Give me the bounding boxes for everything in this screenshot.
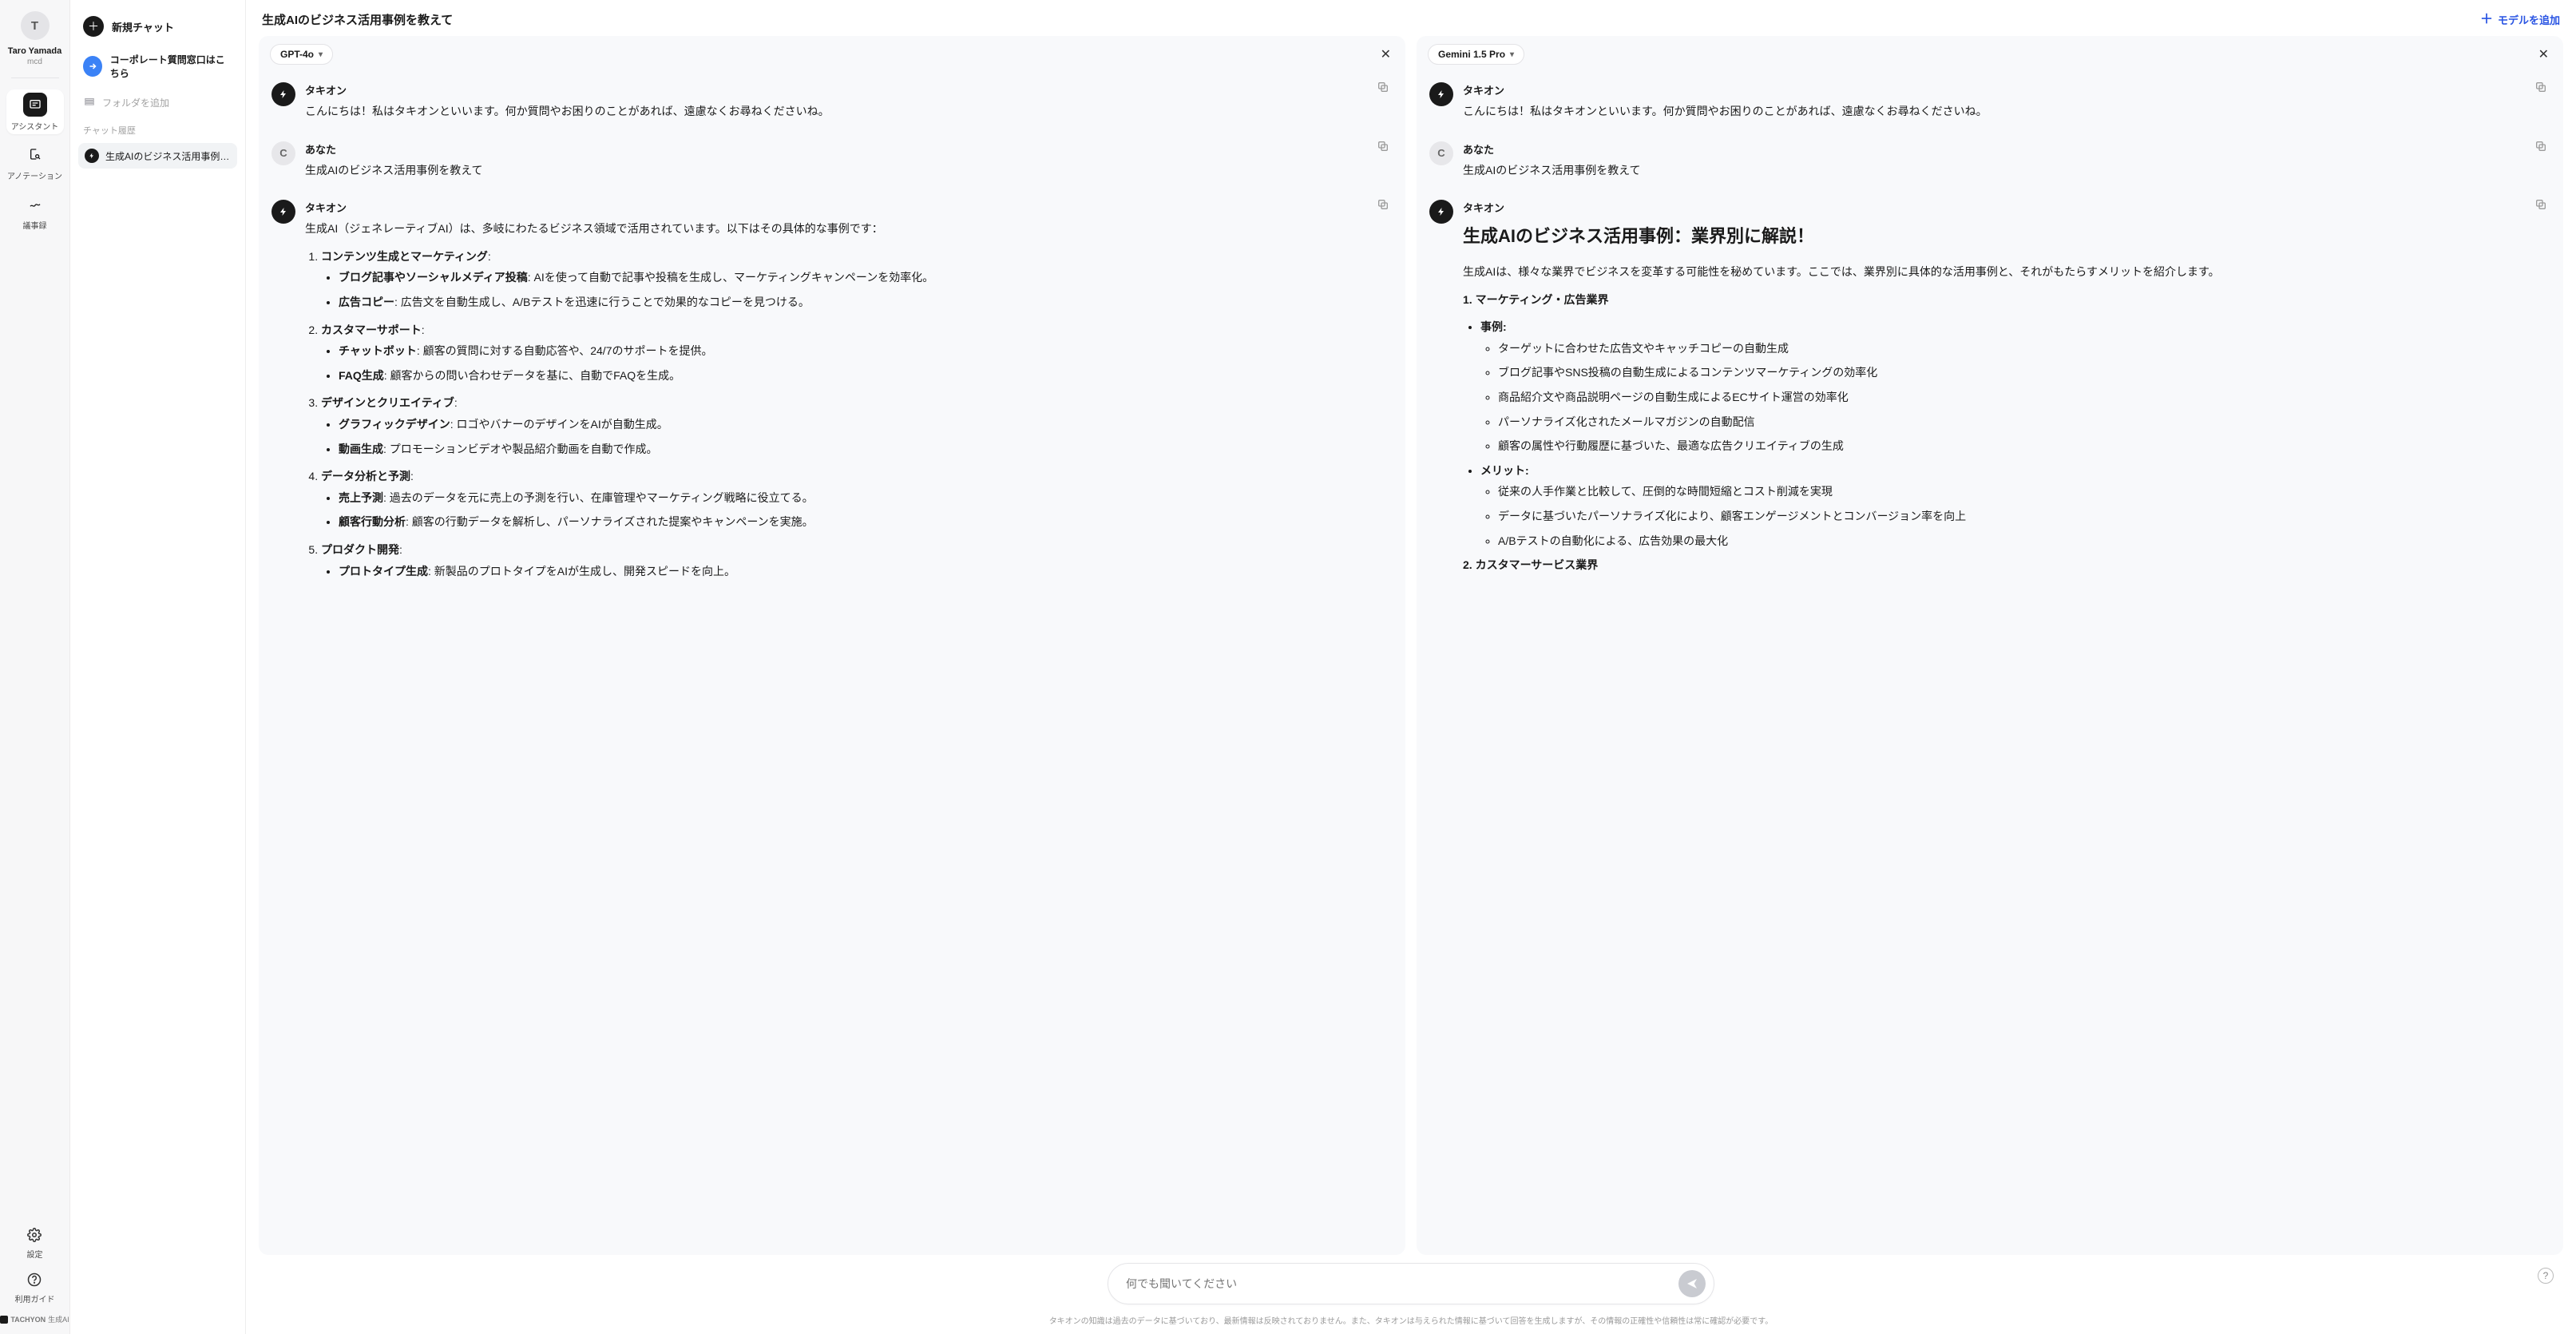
model-column: Gemini 1.5 Pro▾✕タキオンこんにちは！私はタキオンといいます。何か…	[1417, 36, 2563, 1255]
add-model-button[interactable]: ＋ モデルを追加	[2480, 12, 2560, 27]
rail-label: 利用ガイド	[14, 1292, 54, 1304]
message-text: こんにちは！私はタキオンといいます。何か質問やお困りのことがあれば、遠慮なくお尋…	[305, 101, 1393, 122]
help-icon	[27, 1272, 42, 1289]
rail-assistant[interactable]: アシスタント	[6, 89, 64, 134]
topbar: 生成AIのビジネス活用事例を教えて ＋ モデルを追加	[246, 0, 2576, 36]
new-chat-label: 新規チャット	[112, 19, 174, 34]
message-author: タキオン	[1463, 82, 2550, 97]
chevron-down-icon: ▾	[1510, 50, 1514, 59]
plus-icon: ＋	[83, 16, 104, 37]
gear-icon	[27, 1228, 42, 1245]
history-heading: チャット履歴	[78, 121, 237, 137]
copy-button[interactable]	[1377, 198, 1393, 214]
chat-input[interactable]	[1126, 1277, 1678, 1290]
message-author: タキオン	[305, 200, 1393, 215]
corporate-qa-button[interactable]: コーポレート質問窓口はこちら	[78, 48, 237, 85]
user-name: Taro Yamada	[8, 46, 61, 56]
plus-icon: ＋	[2480, 14, 2493, 26]
column-header: GPT-4o ▾ ✕	[259, 36, 1405, 73]
message-content: あなた生成AIのビジネス活用事例を教えて	[305, 141, 1393, 181]
close-column-button[interactable]: ✕	[1377, 46, 1394, 62]
message-content: タキオン生成AI（ジェネレーティブAI）は、多岐にわたるビジネス領域で活用されて…	[305, 200, 1393, 588]
bot-message: タキオン生成AIのビジネス活用事例：業界別に解説！生成AIは、様々な業界でビジネ…	[1429, 193, 2550, 595]
folder-add-icon	[83, 96, 96, 109]
message-text: 生成AIのビジネス活用事例：業界別に解説！生成AIは、様々な業界でビジネスを変革…	[1463, 220, 2550, 576]
rail-label: アノテーション	[7, 169, 62, 181]
message-text: 生成AI（ジェネレーティブAI）は、多岐にわたるビジネス領域で活用されています。…	[305, 218, 1393, 582]
model-name: GPT-4o	[280, 49, 314, 60]
rail-settings[interactable]: 設定	[6, 1225, 63, 1263]
model-column: GPT-4o▾✕タキオンこんにちは！私はタキオンといいます。何か質問やお困りのこ…	[259, 36, 1405, 1255]
rail-guide[interactable]: 利用ガイド	[6, 1269, 63, 1308]
left-rail: T Taro Yamada mcd アシスタント アノテーション 議事録 設定	[0, 0, 70, 1334]
brand-icon	[0, 1316, 8, 1324]
sidebar: ＋ 新規チャット コーポレート質問窓口はこちら フォルダを追加 チャット履歴 生…	[70, 0, 246, 1334]
history-item[interactable]: 生成AIのビジネス活用事例を...	[78, 143, 237, 169]
bolt-icon	[85, 149, 99, 163]
bot-message: タキオンこんにちは！私はタキオンといいます。何か質問やお困りのことがあれば、遠慮…	[1429, 76, 2550, 135]
chevron-down-icon: ▾	[319, 50, 323, 59]
user-avatar[interactable]: T	[21, 11, 50, 40]
add-folder-button[interactable]: フォルダを追加	[78, 91, 237, 114]
model-name: Gemini 1.5 Pro	[1438, 49, 1505, 60]
message-content: タキオンこんにちは！私はタキオンといいます。何か質問やお困りのことがあれば、遠慮…	[1463, 82, 2550, 122]
message-content: タキオンこんにちは！私はタキオンといいます。何か質問やお困りのことがあれば、遠慮…	[305, 82, 1393, 122]
user-avatar-icon: C	[1429, 141, 1453, 165]
copy-button[interactable]	[2534, 198, 2550, 214]
rail-label: 設定	[26, 1248, 42, 1260]
chat-icon	[23, 93, 47, 117]
user-message: C あなた生成AIのビジネス活用事例を教えて	[271, 135, 1393, 194]
input-area: ?	[246, 1255, 2576, 1309]
user-message: C あなた生成AIのビジネス活用事例を教えて	[1429, 135, 2550, 194]
message-author: あなた	[1463, 141, 2550, 157]
copy-button[interactable]	[1377, 140, 1393, 156]
page-title: 生成AIのビジネス活用事例を教えて	[262, 11, 453, 28]
column-body[interactable]: タキオンこんにちは！私はタキオンといいます。何か質問やお困りのことがあれば、遠慮…	[1417, 73, 2563, 1255]
corporate-qa-label: コーポレート質問窓口はこちら	[110, 53, 232, 80]
bot-message: タキオン生成AI（ジェネレーティブAI）は、多岐にわたるビジネス領域で活用されて…	[271, 193, 1393, 601]
bot-avatar-icon	[1429, 200, 1453, 224]
brand: TACHYON 生成AI	[0, 1309, 69, 1326]
message-text: 生成AIのビジネス活用事例を教えて	[305, 160, 1393, 181]
arrow-icon	[83, 56, 102, 77]
message-text: こんにちは！私はタキオンといいます。何か質問やお困りのことがあれば、遠慮なくお尋…	[1463, 101, 2550, 122]
copy-button[interactable]	[2534, 140, 2550, 156]
document-search-icon	[23, 142, 47, 166]
model-selector[interactable]: Gemini 1.5 Pro ▾	[1428, 44, 1524, 65]
rail-label: アシスタント	[11, 120, 59, 132]
divider	[11, 77, 59, 78]
chat-input-container	[1108, 1263, 1714, 1304]
close-column-button[interactable]: ✕	[2535, 46, 2552, 62]
copy-button[interactable]	[1377, 81, 1393, 97]
bot-avatar-icon	[271, 82, 295, 106]
user-avatar-icon: C	[271, 141, 295, 165]
copy-button[interactable]	[2534, 81, 2550, 97]
send-button[interactable]	[1678, 1270, 1706, 1297]
message-author: タキオン	[1463, 200, 2550, 215]
disclaimer-text: タキオンの知識は過去のデータに基づいており、最新情報は反映されておりません。また…	[246, 1309, 2576, 1334]
main: 生成AIのビジネス活用事例を教えて ＋ モデルを追加 GPT-4o▾✕タキオンこ…	[246, 0, 2576, 1334]
message-text: 生成AIのビジネス活用事例を教えて	[1463, 160, 2550, 181]
scribble-icon	[23, 192, 47, 216]
column-body[interactable]: タキオンこんにちは！私はタキオンといいます。何か質問やお困りのことがあれば、遠慮…	[259, 73, 1405, 1255]
bot-avatar-icon	[1429, 82, 1453, 106]
rail-minutes[interactable]: 議事録	[6, 189, 64, 233]
model-selector[interactable]: GPT-4o ▾	[270, 44, 333, 65]
message-content: タキオン生成AIのビジネス活用事例：業界別に解説！生成AIは、様々な業界でビジネ…	[1463, 200, 2550, 582]
model-columns: GPT-4o▾✕タキオンこんにちは！私はタキオンといいます。何か質問やお困りのこ…	[246, 36, 2576, 1255]
column-header: Gemini 1.5 Pro ▾ ✕	[1417, 36, 2563, 73]
new-chat-button[interactable]: ＋ 新規チャット	[78, 11, 237, 42]
help-icon[interactable]: ?	[2538, 1268, 2554, 1284]
message-author: あなた	[305, 141, 1393, 157]
history-label: 生成AIのビジネス活用事例を...	[105, 149, 231, 163]
message-content: あなた生成AIのビジネス活用事例を教えて	[1463, 141, 2550, 181]
bot-avatar-icon	[271, 200, 295, 224]
user-org: mcd	[27, 58, 42, 66]
rail-annotation[interactable]: アノテーション	[6, 139, 64, 184]
rail-label: 議事録	[23, 219, 47, 231]
bot-message: タキオンこんにちは！私はタキオンといいます。何か質問やお困りのことがあれば、遠慮…	[271, 76, 1393, 135]
message-author: タキオン	[305, 82, 1393, 97]
